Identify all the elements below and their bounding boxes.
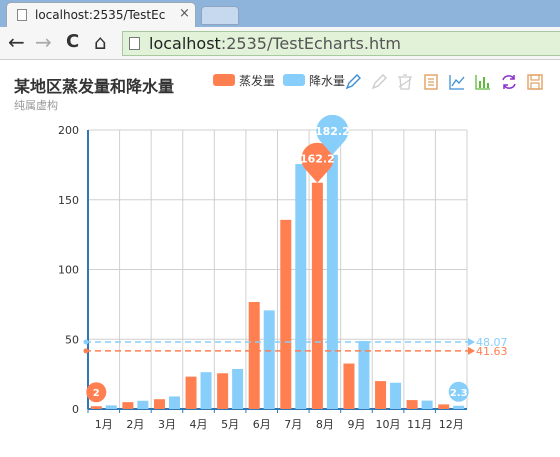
forward-arrow-icon[interactable]: → — [35, 30, 52, 54]
bar-evaporation[interactable] — [248, 302, 260, 409]
y-tick-label: 100 — [58, 264, 79, 277]
x-tick-label: 12月 — [439, 418, 464, 431]
bar-precipitation[interactable] — [200, 372, 212, 409]
page-icon — [17, 9, 27, 21]
bar-precipitation[interactable] — [168, 396, 180, 409]
bar-precipitation[interactable] — [105, 405, 117, 409]
bar-precipitation[interactable] — [390, 382, 402, 409]
bar-precipitation[interactable] — [295, 164, 307, 409]
save-image-icon[interactable] — [526, 73, 544, 91]
mark-undo-icon[interactable] — [370, 73, 388, 91]
home-icon[interactable]: ⌂ — [94, 30, 107, 54]
reload-icon[interactable]: C — [66, 30, 79, 54]
chart-subtitle: 纯属虚构 — [14, 99, 58, 112]
chart-title: 某地区蒸发量和降水量 — [14, 77, 175, 96]
x-tick-label: 4月 — [190, 418, 208, 431]
bar-evaporation[interactable] — [406, 400, 418, 409]
mark-point-label: 162.2 — [300, 153, 335, 166]
mark-line-start-dot — [83, 348, 89, 354]
back-arrow-icon[interactable]: ← — [8, 30, 25, 54]
x-tick-label: 6月 — [253, 418, 271, 431]
mark-point-label: 182.2 — [315, 125, 350, 138]
x-tick-label: 8月 — [316, 418, 334, 431]
bar-evaporation[interactable] — [185, 376, 197, 409]
bar-precipitation[interactable] — [263, 310, 275, 409]
data-view-icon[interactable] — [422, 73, 440, 91]
chart-canvas: 0 50 100 150 200 1月 2月 3月 4月 5月 6月 7月 8月 9月 10月 11月 12月 4… — [58, 115, 508, 431]
x-tick-label: 2月 — [126, 418, 144, 431]
y-tick-label: 0 — [72, 403, 79, 416]
bar-precipitation[interactable] — [453, 405, 465, 409]
mark-line-start-dot — [83, 339, 89, 345]
tab-title: localhost:2535/TestEc — [35, 8, 166, 22]
x-tick-label: 5月 — [221, 418, 239, 431]
bar-evaporation[interactable] — [343, 363, 355, 409]
mark-point-label: 2 — [93, 388, 100, 399]
x-tick-label: 1月 — [95, 418, 113, 431]
legend-label: 蒸发量 — [239, 74, 276, 88]
mark-clear-icon[interactable] — [396, 73, 414, 91]
bar-precipitation[interactable] — [326, 154, 338, 409]
address-bar[interactable]: localhost:2535/TestEcharts.htm — [122, 31, 560, 56]
mark-icon[interactable] — [344, 73, 362, 91]
close-icon[interactable]: × — [179, 6, 190, 21]
x-tick-label: 11月 — [407, 418, 432, 431]
browser-tab-bar: localhost:2535/TestEc × — [0, 0, 560, 27]
mark-line-arrow — [468, 337, 475, 346]
mark-line-arrow — [468, 346, 475, 355]
url-text: localhost:2535/TestEcharts.htm — [149, 34, 401, 53]
bar-evaporation[interactable] — [438, 404, 450, 409]
bar-evaporation[interactable] — [122, 402, 134, 409]
y-tick-label: 150 — [58, 194, 79, 207]
bar-precipitation[interactable] — [232, 368, 244, 409]
bar-evaporation[interactable] — [90, 406, 102, 409]
bar-precipitation[interactable] — [421, 400, 433, 409]
legend-label: 降水量 — [309, 74, 346, 88]
x-tick-label: 9月 — [347, 418, 365, 431]
x-tick-label: 10月 — [376, 418, 401, 431]
bar-evaporation[interactable] — [280, 219, 292, 409]
mark-point-label: 2.3 — [450, 388, 468, 399]
mark-line-label: 48.07 — [476, 336, 508, 349]
x-tick-label: 3月 — [158, 418, 176, 431]
bar-chart-icon[interactable] — [474, 73, 492, 91]
browser-tab[interactable]: localhost:2535/TestEc × — [6, 2, 196, 27]
y-tick-label: 50 — [65, 333, 79, 346]
bar-precipitation[interactable] — [137, 400, 149, 409]
browser-toolbar: ← → C ⌂ localhost:2535/TestEcharts.htm — [0, 27, 560, 60]
x-tick-label: 7月 — [284, 418, 302, 431]
bar-evaporation[interactable] — [153, 399, 165, 409]
y-tick-label: 200 — [58, 124, 79, 137]
line-chart-icon[interactable] — [448, 73, 466, 91]
bar-evaporation[interactable] — [375, 381, 387, 409]
bar-evaporation[interactable] — [311, 182, 323, 409]
legend-swatch — [213, 74, 235, 86]
page-icon — [129, 37, 140, 50]
restore-icon[interactable] — [500, 73, 518, 91]
new-tab-button[interactable] — [201, 6, 239, 25]
bar-evaporation[interactable] — [217, 373, 229, 409]
legend-swatch — [283, 74, 305, 86]
